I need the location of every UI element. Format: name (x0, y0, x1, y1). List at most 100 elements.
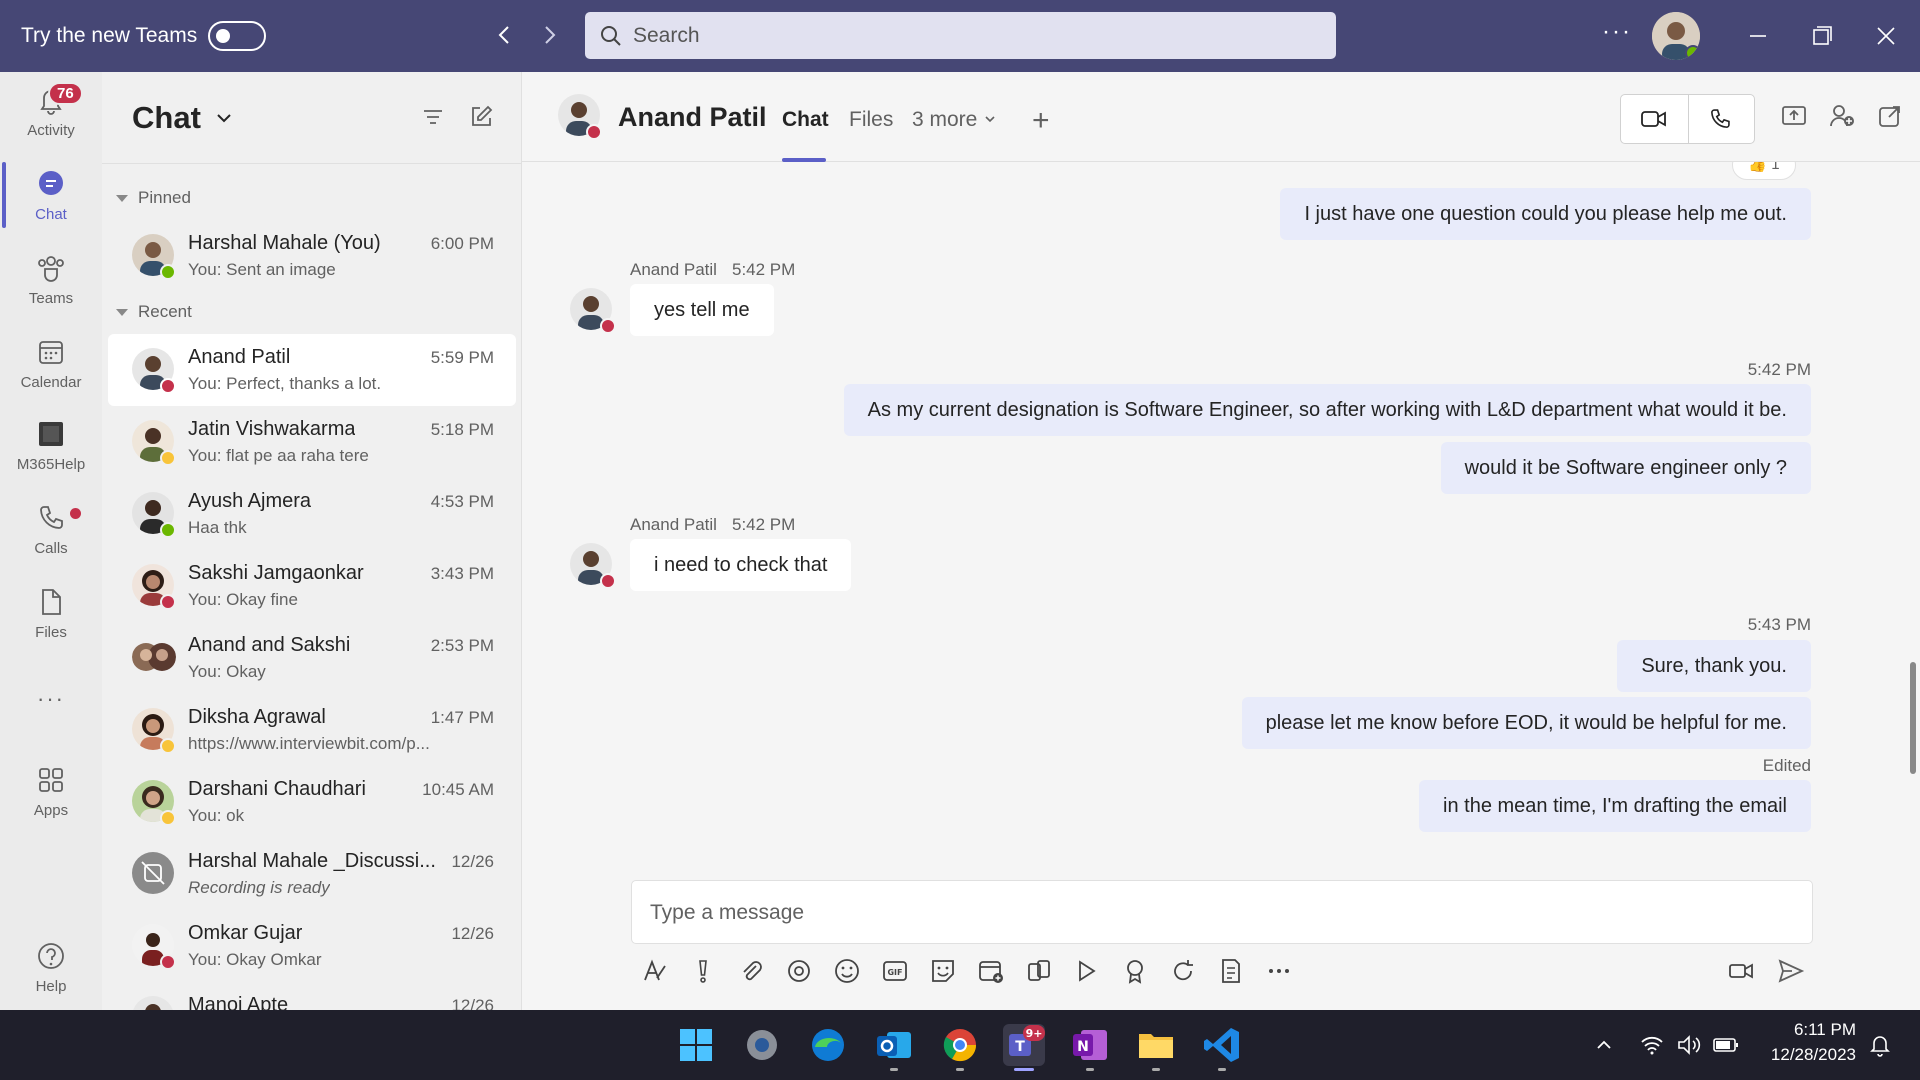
profile-avatar[interactable] (1652, 12, 1700, 60)
message-bubble-me[interactable]: Sure, thank you. (1617, 640, 1811, 692)
rail-calls[interactable]: Calls (0, 492, 102, 570)
stream-icon[interactable] (1072, 956, 1102, 986)
rail-more-apps[interactable]: ··· (0, 684, 102, 724)
windows-start-icon[interactable] (675, 1024, 717, 1066)
onenote-icon[interactable]: N (1069, 1024, 1111, 1066)
add-tab-icon[interactable]: + (1032, 104, 1050, 138)
message-bubble-other[interactable]: i need to check that (630, 539, 852, 591)
rail-chat[interactable]: Chat (0, 158, 102, 236)
chat-row-pinned[interactable]: Harshal Mahale (You) You: Sent an image … (108, 220, 516, 292)
important-icon[interactable] (688, 956, 718, 986)
chrome-icon[interactable] (939, 1024, 981, 1066)
search-box[interactable] (585, 12, 1336, 59)
message-bubble-me[interactable]: in the mean time, I'm drafting the email (1419, 780, 1811, 832)
chat-row[interactable]: Ayush Ajmera Haa thk 4:53 PM (108, 478, 516, 550)
chat-row[interactable]: Jatin Vishwakarma You: flat pe aa raha t… (108, 406, 516, 478)
message-bubble-me[interactable]: As my current designation is Software En… (843, 384, 1811, 436)
praise-icon[interactable] (1120, 956, 1150, 986)
forward-arrow-icon[interactable] (534, 20, 564, 50)
rail-help[interactable]: Help (0, 930, 102, 1008)
updates-icon[interactable] (1168, 956, 1198, 986)
message-scrollbar[interactable] (1910, 662, 1916, 774)
rail-files[interactable]: Files (0, 576, 102, 654)
teams-taskbar-icon[interactable]: T 9+ (1003, 1024, 1045, 1066)
audio-call-icon[interactable] (1707, 106, 1733, 132)
rail-m365help[interactable]: M365Help (0, 408, 102, 486)
tab-files[interactable]: Files (849, 108, 893, 132)
more-options-icon[interactable] (1264, 956, 1294, 986)
video-call-icon[interactable] (1640, 107, 1668, 131)
clock-date[interactable]: 12/28/2023 (1740, 1045, 1856, 1065)
rail-label: Calendar (20, 374, 82, 391)
attach-icon[interactable] (736, 956, 766, 986)
chat-row-meeting[interactable]: Harshal Mahale _Discussi... Recording is… (108, 838, 516, 910)
edge-icon[interactable] (807, 1024, 849, 1066)
settings-gear-icon[interactable] (741, 1024, 783, 1066)
settings-more-icon[interactable]: ··· (1602, 18, 1632, 46)
battery-icon[interactable] (1712, 1035, 1740, 1055)
message-sender: Anand Patil (630, 515, 717, 534)
message-time: 5:43 PM (1747, 615, 1811, 634)
message-bubble-other[interactable]: yes tell me (630, 284, 774, 336)
tab-more[interactable]: 3 more (912, 108, 997, 132)
gif-icon[interactable]: GIF (880, 956, 910, 986)
pinned-section-header[interactable]: Pinned (116, 188, 191, 208)
chat-row[interactable]: Anand Patil You: Perfect, thanks a lot. … (108, 334, 516, 406)
pop-out-icon[interactable] (1876, 102, 1904, 130)
chat-row-group[interactable]: Anand and Sakshi You: Okay 2:53 PM (108, 622, 516, 694)
chevron-up-icon[interactable] (1594, 1035, 1614, 1055)
contact-name: Anand Patil (618, 102, 767, 132)
emoji-icon[interactable] (832, 956, 862, 986)
chat-time: 5:59 PM (430, 348, 494, 367)
search-input[interactable] (633, 23, 1313, 48)
chat-row[interactable]: Diksha Agrawal https://www.interviewbit.… (108, 694, 516, 766)
message-bubble-me[interactable]: would it be Software engineer only ? (1440, 442, 1811, 494)
volume-icon[interactable] (1676, 1033, 1702, 1057)
sticker-icon[interactable] (928, 956, 958, 986)
back-arrow-icon[interactable] (490, 20, 520, 50)
vscode-icon[interactable] (1201, 1024, 1243, 1066)
chat-row[interactable]: Omkar Gujar You: Okay Omkar 12/26 (108, 910, 516, 982)
video-clip-icon[interactable] (1726, 956, 1756, 986)
tab-chat[interactable]: Chat (782, 108, 829, 132)
format-icon[interactable] (640, 956, 670, 986)
restore-icon[interactable] (1804, 18, 1840, 54)
file-explorer-icon[interactable] (1135, 1024, 1177, 1066)
schedule-meeting-icon[interactable] (976, 956, 1006, 986)
search-icon (601, 25, 621, 46)
outlook-icon[interactable] (873, 1024, 915, 1066)
chat-row[interactable]: Sakshi Jamgaonkar You: Okay fine 3:43 PM (108, 550, 516, 622)
filter-icon[interactable] (420, 104, 446, 130)
message-bubble-me[interactable]: I just have one question could you pleas… (1280, 188, 1811, 240)
reaction-badge[interactable]: 👍 1 (1732, 162, 1796, 180)
message-bubble-me[interactable]: please let me know before EOD, it would … (1241, 697, 1811, 749)
chevron-down-icon[interactable] (214, 108, 234, 128)
chat-list-title: Chat (132, 100, 201, 135)
rail-apps[interactable]: Apps (0, 754, 102, 832)
status-busy-icon (160, 594, 176, 610)
share-screen-icon[interactable] (1780, 102, 1808, 130)
wifi-icon[interactable] (1640, 1033, 1664, 1057)
minimize-icon[interactable] (1740, 18, 1776, 54)
viva-praise-icon[interactable] (1024, 956, 1054, 986)
rail-teams[interactable]: Teams (0, 242, 102, 320)
compose-box[interactable] (631, 880, 1813, 944)
rail-calendar[interactable]: Calendar (0, 326, 102, 404)
rail-activity[interactable]: 76 Activity (0, 74, 102, 152)
message-input[interactable] (650, 901, 1750, 925)
forms-icon[interactable] (1216, 956, 1246, 986)
new-teams-toggle[interactable] (208, 21, 266, 51)
new-chat-icon[interactable] (468, 104, 494, 130)
loop-icon[interactable] (784, 956, 814, 986)
teams-icon (38, 256, 64, 282)
notification-bell-icon[interactable] (1868, 1033, 1892, 1057)
add-people-icon[interactable] (1828, 102, 1856, 130)
send-icon[interactable] (1776, 956, 1806, 986)
activity-badge: 76 (48, 82, 83, 105)
clock-time[interactable]: 6:11 PM (1740, 1020, 1856, 1040)
rail-label: Files (35, 624, 67, 641)
close-icon[interactable] (1868, 18, 1904, 54)
chat-row[interactable]: Manoj Apte 12/26 (108, 982, 516, 1010)
recent-section-header[interactable]: Recent (116, 302, 192, 322)
chat-row[interactable]: Darshani Chaudhari You: ok 10:45 AM (108, 766, 516, 838)
